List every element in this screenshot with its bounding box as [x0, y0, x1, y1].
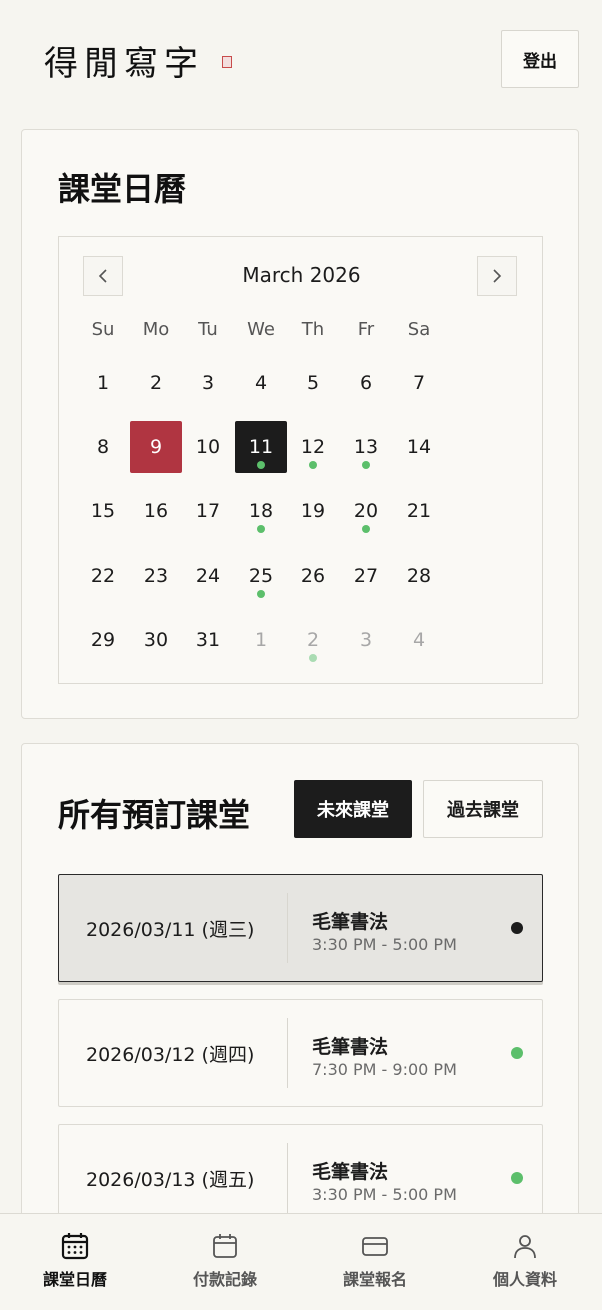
calendar-day[interactable]: 5	[287, 357, 339, 409]
reservation-date: 2026/03/11 (週三)	[86, 918, 255, 941]
reservation-date: 2026/03/12 (週四)	[86, 1043, 255, 1066]
divider	[287, 1143, 288, 1213]
calendar-day[interactable]: 1	[77, 357, 129, 409]
event-dot	[362, 461, 370, 469]
calendar-day[interactable]: 10	[182, 421, 234, 473]
past-filter-button[interactable]: 過去課堂	[423, 780, 543, 838]
calendar-day[interactable]: 29	[77, 614, 129, 666]
calendar-day[interactable]: 14	[393, 421, 445, 473]
month-calendar: March 2026 Su Mo Tu We Th Fr Sa 1 2 3 4 …	[58, 236, 543, 684]
day-number: 18	[248, 500, 274, 522]
nav-item-profile[interactable]: 個人資料	[450, 1214, 600, 1310]
seal-stamp-icon	[222, 56, 232, 68]
weekday-label: Tu	[198, 319, 218, 340]
calendar-day[interactable]: 26	[287, 550, 339, 602]
calendar-day[interactable]: 27	[340, 550, 392, 602]
calendar-day[interactable]: 8	[77, 421, 129, 473]
calendar-day[interactable]: 24	[182, 550, 234, 602]
nav-label: 課堂日曆	[42, 1270, 107, 1289]
reservation-course: 毛筆書法	[312, 1161, 389, 1183]
next-month-button[interactable]	[477, 256, 517, 296]
user-icon	[514, 1235, 536, 1259]
status-dot-icon	[511, 1172, 523, 1184]
nav-label: 付款記錄	[192, 1270, 257, 1289]
calendar-day[interactable]: 18	[235, 485, 287, 537]
event-dot	[309, 461, 317, 469]
calendar-day-next-month[interactable]: 2	[287, 614, 339, 666]
calendar-day[interactable]: 4	[235, 357, 287, 409]
calendar-day[interactable]: 2	[130, 357, 182, 409]
weekday-label: We	[247, 319, 275, 340]
calendar-day[interactable]: 22	[77, 550, 129, 602]
event-dot	[257, 525, 265, 533]
calendar-day[interactable]: 20	[340, 485, 392, 537]
calendar-grid-icon	[61, 1233, 89, 1260]
day-number: 11	[248, 436, 274, 458]
calendar-day[interactable]: 30	[130, 614, 182, 666]
calendar-day[interactable]: 7	[393, 357, 445, 409]
bottom-navigation: 課堂日曆 付款記錄 課堂報名 個人資料	[0, 1213, 602, 1310]
calendar-day-next-month[interactable]: 3	[340, 614, 392, 666]
reservation-course: 毛筆書法	[312, 911, 389, 933]
calendar-day[interactable]: 6	[340, 357, 392, 409]
app-logo: 得閒寫字	[44, 44, 204, 84]
calendar-day[interactable]: 31	[182, 614, 234, 666]
reservation-item[interactable]: 2026/03/11 (週三) 毛筆書法 3:30 PM - 5:00 PM	[58, 874, 543, 982]
nav-label: 課堂報名	[342, 1270, 407, 1289]
month-label: March 2026	[242, 263, 361, 287]
event-dot	[257, 590, 265, 598]
calendar-day[interactable]: 25	[235, 550, 287, 602]
calendar-icon	[213, 1234, 237, 1258]
calendar-day[interactable]: 13	[340, 421, 392, 473]
calendar-card: 課堂日曆 March 2026 Su Mo Tu We Th Fr Sa 1 2…	[21, 129, 579, 719]
divider	[287, 1018, 288, 1088]
reservations-title: 所有預訂課堂	[58, 796, 251, 834]
chevron-right-icon	[493, 269, 502, 283]
calendar-day[interactable]: 28	[393, 550, 445, 602]
day-number: 25	[248, 565, 274, 587]
event-dot	[257, 461, 265, 469]
nav-item-class-calendar[interactable]: 課堂日曆	[0, 1214, 150, 1310]
weekday-label: Sa	[407, 319, 431, 340]
reservation-time: 7:30 PM - 9:00 PM	[312, 1060, 457, 1079]
upcoming-filter-button[interactable]: 未來課堂	[294, 780, 412, 838]
calendar-day[interactable]: 19	[287, 485, 339, 537]
calendar-day-today[interactable]: 9	[130, 421, 182, 473]
credit-card-icon	[362, 1237, 388, 1256]
calendar-day[interactable]: 23	[130, 550, 182, 602]
reservation-item[interactable]: 2026/03/12 (週四) 毛筆書法 7:30 PM - 9:00 PM	[58, 999, 543, 1107]
calendar-day[interactable]: 3	[182, 357, 234, 409]
weekday-label: Mo	[142, 319, 170, 340]
reservations-card: 所有預訂課堂 未來課堂 過去課堂 2026/03/11 (週三) 毛筆書法 3:…	[21, 743, 579, 1263]
reservation-time: 3:30 PM - 5:00 PM	[312, 1185, 457, 1204]
calendar-day[interactable]: 17	[182, 485, 234, 537]
weekday-label: Fr	[357, 319, 375, 340]
calendar-day-selected[interactable]: 11	[235, 421, 287, 473]
calendar-day-next-month[interactable]: 4	[393, 614, 445, 666]
weekday-label: Su	[91, 319, 115, 340]
day-number: 12	[300, 436, 326, 458]
calendar-day[interactable]: 21	[393, 485, 445, 537]
nav-item-payment-records[interactable]: 付款記錄	[150, 1214, 300, 1310]
nav-label: 個人資料	[492, 1270, 557, 1289]
event-dot	[362, 525, 370, 533]
event-dot	[309, 654, 317, 662]
day-number: 13	[353, 436, 379, 458]
calendar-day[interactable]: 15	[77, 485, 129, 537]
status-dot-icon	[511, 1047, 523, 1059]
app-header: 得閒寫字 登出	[0, 0, 602, 110]
nav-item-class-registration[interactable]: 課堂報名	[300, 1214, 450, 1310]
calendar-day-next-month[interactable]: 1	[235, 614, 287, 666]
calendar-title: 課堂日曆	[58, 170, 187, 208]
calendar-day[interactable]: 12	[287, 421, 339, 473]
weekday-label: Th	[301, 319, 325, 340]
day-number: 20	[353, 500, 379, 522]
reservation-time: 3:30 PM - 5:00 PM	[312, 935, 457, 954]
calendar-day[interactable]: 16	[130, 485, 182, 537]
reservation-course: 毛筆書法	[312, 1036, 389, 1058]
day-number: 2	[306, 629, 320, 651]
status-dot-icon	[511, 922, 523, 934]
logout-button[interactable]: 登出	[501, 30, 579, 88]
divider	[287, 893, 288, 963]
